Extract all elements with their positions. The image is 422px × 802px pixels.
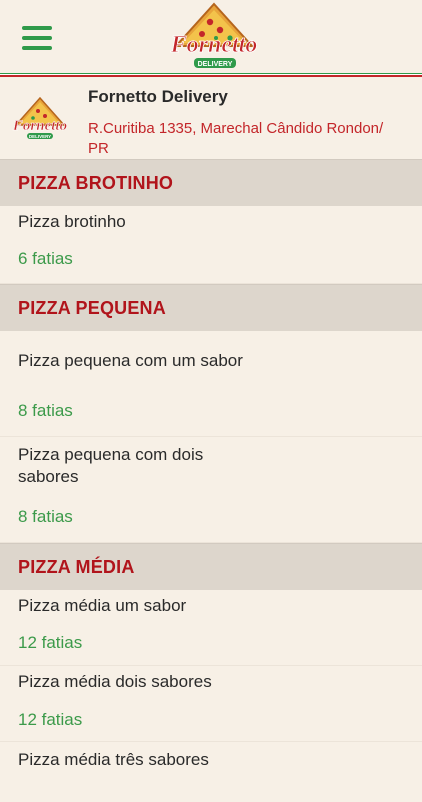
- store-name: Fornetto Delivery: [88, 87, 228, 106]
- menu-item-pizza-pequena-um-sabor[interactable]: Pizza pequena com um sabor 8 fatias: [0, 331, 422, 437]
- section-title: PIZZA MÉDIA: [18, 556, 135, 577]
- hamburger-icon-line: [22, 46, 52, 50]
- item-name: Pizza média um sabor: [18, 596, 187, 615]
- item-slices: 12 fatias: [18, 710, 83, 729]
- brand-wordmark: Fornetto: [170, 32, 258, 58]
- app-header: Fornetto DELIVERY: [0, 0, 422, 74]
- menu-list: PIZZA BROTINHO Pizza brotinho 6 fatias P…: [0, 159, 422, 802]
- store-logo: Fornetto DELIVERY: [12, 97, 67, 139]
- store-address: R.Curitiba 1335, Marechal Cândido Rondon…: [88, 120, 384, 157]
- store-info: Fornetto DELIVERY Fornetto Delivery R.Cu…: [0, 77, 422, 159]
- item-slices: 6 fatias: [18, 249, 73, 268]
- item-slices: 8 fatias: [18, 401, 73, 420]
- section-title: PIZZA BROTINHO: [18, 172, 174, 193]
- menu-button[interactable]: [22, 26, 54, 52]
- hamburger-icon: [22, 26, 52, 30]
- item-slices: 8 fatias: [18, 507, 73, 526]
- item-name: Pizza brotinho: [18, 212, 126, 231]
- hamburger-icon-line: [22, 36, 52, 40]
- menu-item-pizza-media-um-sabor[interactable]: Pizza média um sabor 12 fatias: [0, 590, 422, 666]
- store-logo-wordmark: Fornetto: [12, 118, 67, 134]
- item-name: Pizza pequena com dois sabores: [18, 445, 204, 486]
- menu-item-pizza-pequena-dois-sabores[interactable]: Pizza pequena com dois sabores 8 fatias: [0, 437, 422, 543]
- brand-tagline: DELIVERY: [198, 61, 233, 68]
- section-header-pizza-pequena: PIZZA PEQUENA: [0, 284, 422, 331]
- menu-item-pizza-brotinho[interactable]: Pizza brotinho 6 fatias: [0, 206, 422, 284]
- store-logo-tagline: DELIVERY: [29, 134, 51, 139]
- item-name: Pizza pequena com um sabor: [18, 351, 243, 370]
- item-name: Pizza média dois sabores: [18, 672, 212, 691]
- section-header-pizza-brotinho: PIZZA BROTINHO: [0, 159, 422, 206]
- fornetto-logo: Fornetto DELIVERY: [169, 2, 258, 68]
- item-name: Pizza média três sabores: [18, 750, 209, 769]
- menu-item-pizza-media-tres-sabores[interactable]: Pizza média três sabores: [0, 742, 422, 802]
- item-slices: 12 fatias: [18, 633, 83, 652]
- section-header-pizza-media: PIZZA MÉDIA: [0, 543, 422, 590]
- section-title: PIZZA PEQUENA: [18, 297, 166, 318]
- menu-item-pizza-media-dois-sabores[interactable]: Pizza média dois sabores 12 fatias: [0, 666, 422, 742]
